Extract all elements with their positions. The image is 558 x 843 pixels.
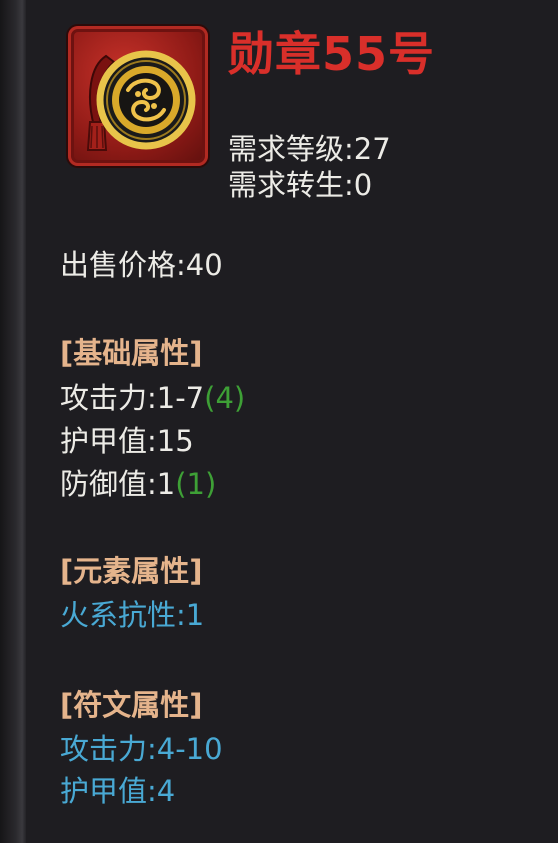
required-rebirth: 需求转生:0 [228,168,373,202]
panel-left-border [0,0,26,843]
defense-stat: 防御值:1(1) [60,465,216,503]
sell-price: 出售价格:40 [60,248,223,282]
rune-attack-stat: 攻击力:4-10 [60,732,223,766]
armor-stat: 护甲值:15 [60,424,194,458]
attack-stat: 攻击力:1-7(4) [60,379,245,417]
defense-bonus: (1) [175,467,217,501]
attack-value: 攻击力:1-7 [60,381,205,415]
defense-value: 防御值:1 [60,467,176,501]
fire-resistance-stat: 火系抗性:1 [60,598,205,632]
item-name: 勋章55号 [228,27,436,81]
element-attributes-header: [元素属性] [60,554,203,588]
basic-attributes-header: [基础属性] [60,336,203,370]
medal-icon [68,26,208,166]
required-level: 需求等级:27 [228,132,391,166]
rune-armor-stat: 护甲值:4 [60,774,176,808]
rune-attributes-header: [符文属性] [60,688,203,722]
attack-bonus: (4) [204,381,246,415]
